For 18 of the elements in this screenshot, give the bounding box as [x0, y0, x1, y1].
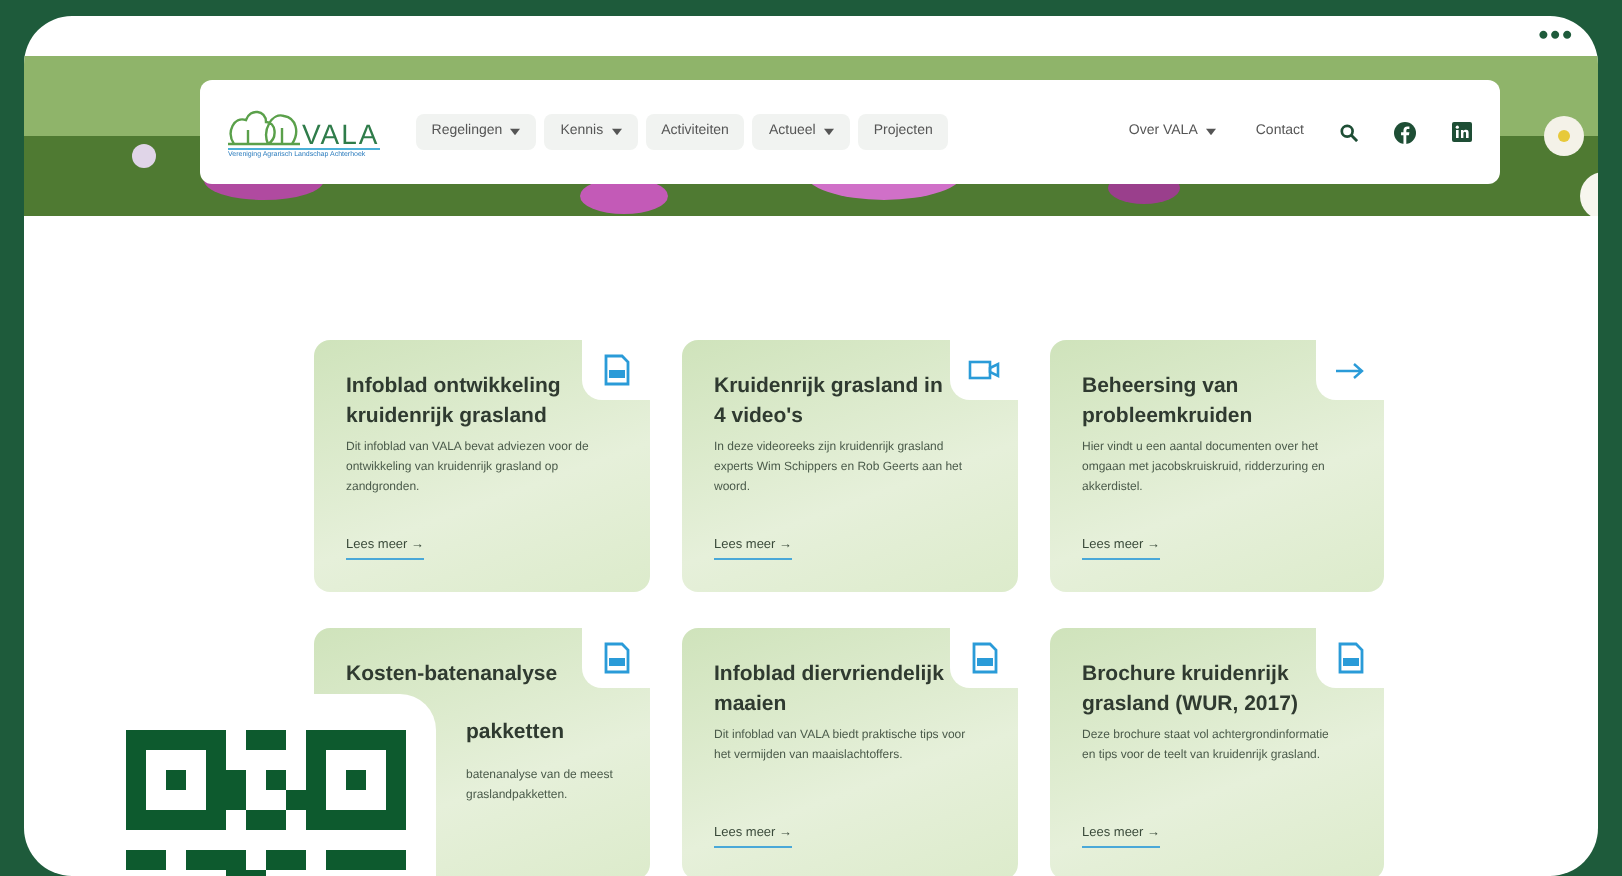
arrow-icon	[1335, 361, 1365, 379]
document-icon	[603, 354, 629, 386]
document-icon	[971, 642, 997, 674]
document-icon	[1337, 642, 1363, 674]
search-icon[interactable]	[1340, 123, 1358, 141]
facebook-icon[interactable]	[1394, 121, 1416, 143]
card-title: Kosten-batenanalyse	[346, 660, 560, 690]
card-title: Kruidenrijk grasland in 4 video's	[714, 372, 945, 432]
card-title: Infoblad ontwikkeling kruidenrijk grasland	[346, 372, 563, 432]
linkedin-icon[interactable]	[1452, 122, 1472, 142]
logo-name: VALA	[302, 119, 380, 148]
card-title: Beheersing van probleemkruiden	[1082, 372, 1255, 432]
more-menu-icon[interactable]: •••	[1538, 20, 1574, 56]
card-title: Brochure kruidenrijk grasland (WUR, 2017)	[1082, 660, 1300, 720]
document-icon	[603, 642, 629, 674]
card-title: pakketten	[466, 718, 567, 748]
card-title: Infoblad diervriendelijk maaien	[714, 660, 946, 720]
video-camera-icon	[968, 360, 1000, 380]
